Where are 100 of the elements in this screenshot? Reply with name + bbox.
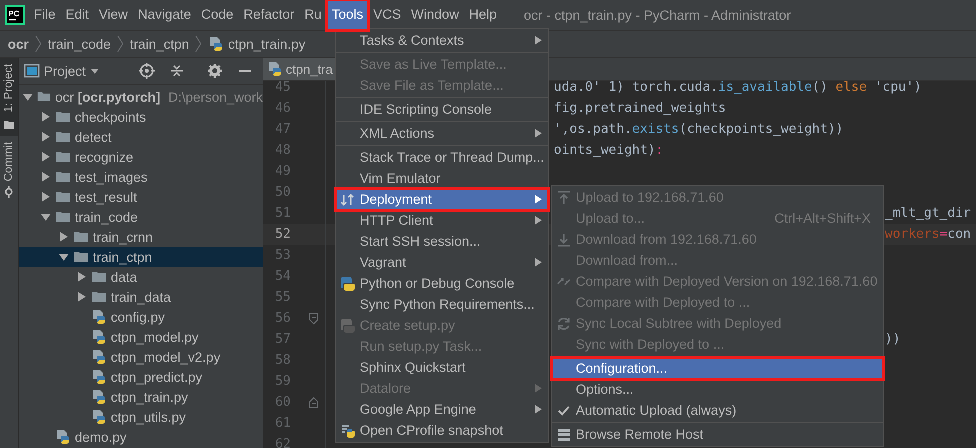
menu-item[interactable]: Browse Remote Host bbox=[552, 424, 883, 445]
menu-item[interactable]: Window bbox=[406, 0, 464, 30]
line-number: 58 bbox=[274, 353, 291, 368]
tree-row[interactable]: test_images bbox=[19, 167, 263, 187]
menu-item[interactable]: Code bbox=[196, 0, 239, 30]
submenu-arrow-icon bbox=[534, 383, 543, 394]
tree-row[interactable]: config.py bbox=[19, 307, 263, 327]
folder-icon bbox=[91, 269, 107, 285]
chevron-icon bbox=[35, 35, 42, 53]
tree-row[interactable]: train_code bbox=[19, 207, 263, 227]
menu-item[interactable]: XML Actions bbox=[336, 123, 548, 144]
tool-window-tab[interactable]: Commit bbox=[0, 136, 18, 204]
python-file-icon bbox=[91, 349, 107, 365]
editor-tab[interactable]: ctpn_tra bbox=[263, 58, 337, 80]
menu-item[interactable]: Configuration... bbox=[552, 358, 883, 379]
python-file-icon bbox=[91, 329, 107, 345]
tree-row[interactable]: demo.py bbox=[19, 427, 263, 447]
locate-icon[interactable] bbox=[139, 63, 155, 79]
fold-marker-icon[interactable] bbox=[308, 396, 318, 408]
tree-row[interactable]: recognize bbox=[19, 147, 263, 167]
folder-icon bbox=[55, 109, 71, 125]
menu-item[interactable]: Ru bbox=[300, 0, 327, 30]
panel-icon bbox=[24, 63, 40, 79]
menu-item[interactable]: Stack Trace or Thread Dump... bbox=[336, 147, 548, 168]
folder-icon bbox=[55, 169, 71, 185]
menu-item[interactable]: Help bbox=[464, 0, 502, 30]
tree-row[interactable]: ctpn_train.py bbox=[19, 387, 263, 407]
tree-row[interactable]: test_result bbox=[19, 187, 263, 207]
tree-row[interactable]: ctpn_model.py bbox=[19, 327, 263, 347]
menu-item[interactable]: Google App Engine bbox=[336, 399, 548, 420]
menu-item[interactable]: Sphinx Quickstart bbox=[336, 357, 548, 378]
tree-row[interactable]: train_crnn bbox=[19, 227, 263, 247]
menu-item[interactable]: Open CProfile snapshot bbox=[336, 420, 548, 441]
line-number: 61 bbox=[274, 416, 291, 431]
submenu-arrow-icon bbox=[534, 257, 543, 268]
python-file-icon bbox=[208, 36, 224, 52]
line-number: 46 bbox=[274, 101, 291, 116]
tree-row[interactable]: train_ctpn bbox=[19, 247, 263, 267]
tree-label: demo.py bbox=[75, 430, 127, 444]
menu-item[interactable]: File bbox=[29, 0, 61, 30]
upload-icon bbox=[556, 190, 572, 206]
menu-item[interactable]: Sync Python Requirements... bbox=[336, 294, 548, 315]
submenu-arrow-icon bbox=[534, 35, 543, 46]
python-file-icon bbox=[267, 61, 283, 77]
chevron-icon bbox=[195, 35, 202, 53]
tree-row[interactable]: data bbox=[19, 267, 263, 287]
menu-item[interactable]: Edit bbox=[60, 0, 94, 30]
menu-item[interactable]: Vim Emulator bbox=[336, 168, 548, 189]
code-line: )) bbox=[885, 332, 901, 347]
menu-item[interactable]: Deployment bbox=[336, 189, 548, 210]
code-line: fig.pretrained_weights bbox=[554, 101, 726, 116]
tool-window-tab[interactable]: 1: Project bbox=[0, 58, 18, 136]
folder-icon bbox=[55, 209, 71, 225]
fold-marker-icon[interactable] bbox=[308, 312, 318, 324]
menu-item[interactable]: IDE Scripting Console bbox=[336, 99, 548, 120]
tree-row[interactable]: checkpoints bbox=[19, 107, 263, 127]
panel-title[interactable]: Project bbox=[44, 64, 86, 78]
line-number: 51 bbox=[274, 206, 291, 221]
python-icon bbox=[340, 276, 356, 292]
breadcrumb[interactable]: ctpn_train.py bbox=[228, 36, 306, 52]
folder-icon bbox=[55, 189, 71, 205]
line-number: 62 bbox=[274, 437, 291, 448]
menu-item[interactable]: Navigate bbox=[133, 0, 196, 30]
tree-row[interactable]: train_data bbox=[19, 287, 263, 307]
menu-item[interactable]: Python or Debug Console bbox=[336, 273, 548, 294]
tree-row[interactable]: detect bbox=[19, 127, 263, 147]
tree-row[interactable]: ctpn_predict.py bbox=[19, 367, 263, 387]
menu-item[interactable]: Options... bbox=[552, 379, 883, 400]
check-icon bbox=[557, 404, 571, 418]
dropdown-icon bbox=[90, 66, 100, 76]
transfer-arrows-icon bbox=[340, 192, 356, 208]
tree-row[interactable]: ctpn_utils.py bbox=[19, 407, 263, 427]
menu-item[interactable]: VCS bbox=[368, 0, 406, 30]
tree-label: train_code bbox=[75, 210, 138, 224]
line-number: 50 bbox=[274, 185, 291, 200]
tree-row[interactable]: ctpn_model_v2.py bbox=[19, 347, 263, 367]
line-number: 54 bbox=[274, 269, 291, 284]
menu-item[interactable]: Refactor bbox=[238, 0, 300, 30]
app-logo: PC bbox=[5, 5, 25, 25]
menu-item[interactable]: View bbox=[94, 0, 134, 30]
code-line: ',os.path.exists(checkpoints_weight)) bbox=[554, 122, 844, 137]
folder-icon bbox=[91, 289, 107, 305]
tree-label: ctpn_train.py bbox=[111, 390, 188, 404]
menu-item[interactable]: Automatic Upload (always) bbox=[552, 400, 883, 421]
breadcrumb[interactable]: train_ctpn bbox=[130, 36, 190, 52]
folder-icon bbox=[55, 149, 71, 165]
tree-row[interactable]: ocr [ocr.pytorch] D:\person_work bbox=[19, 87, 263, 107]
folder-icon bbox=[55, 129, 71, 145]
breadcrumb[interactable]: train_code bbox=[48, 36, 112, 52]
menu-item[interactable]: Start SSH session... bbox=[336, 231, 548, 252]
settings-icon[interactable] bbox=[207, 63, 223, 79]
breadcrumb[interactable]: ocr bbox=[8, 36, 30, 52]
collapse-icon[interactable] bbox=[169, 63, 185, 79]
menu-item[interactable]: Tools bbox=[326, 0, 368, 30]
profiler-icon bbox=[340, 422, 356, 438]
menu-item[interactable]: HTTP Client bbox=[336, 210, 548, 231]
menu-item[interactable]: Tasks & Contexts bbox=[336, 30, 548, 51]
line-number: 60 bbox=[274, 395, 291, 410]
python-icon bbox=[340, 318, 356, 334]
menu-item[interactable]: Vagrant bbox=[336, 252, 548, 273]
